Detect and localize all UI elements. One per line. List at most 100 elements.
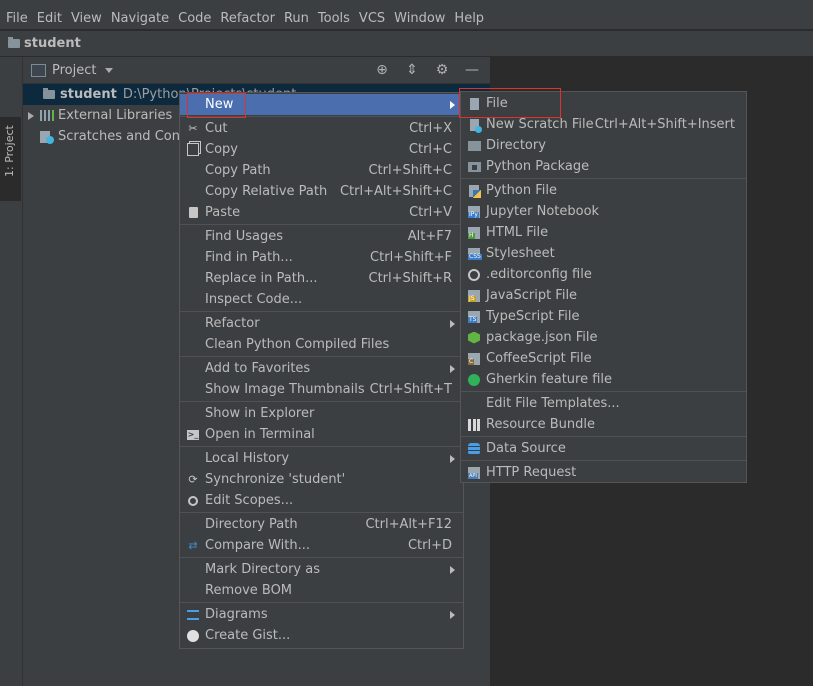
menu-item-remove-bom[interactable]: Remove BOM (180, 580, 463, 601)
menu-separator (461, 436, 746, 437)
resource-bundle-icon (468, 418, 480, 431)
menu-item-copy[interactable]: Copy Ctrl+C (180, 139, 463, 160)
menu-item-paste[interactable]: Paste Ctrl+V (180, 202, 463, 223)
menu-item-show-image-thumbnails[interactable]: Show Image Thumbnails Ctrl+Shift+T (180, 379, 463, 400)
submenu-item-editorconfig[interactable]: .editorconfig file (461, 264, 746, 285)
menu-separator (180, 557, 463, 558)
menu-help[interactable]: Help (450, 11, 488, 26)
submenu-item-resource-bundle[interactable]: Resource Bundle (461, 414, 746, 435)
submenu-item-python-file[interactable]: Python File (461, 180, 746, 201)
scratches-icon (40, 130, 54, 144)
diagram-icon (187, 609, 199, 620)
submenu-item-file[interactable]: File (461, 93, 746, 114)
gear-icon[interactable]: ⚙ (434, 62, 450, 78)
menu-separator (180, 224, 463, 225)
menu-vcs[interactable]: VCS (355, 11, 389, 26)
submenu-item-gherkin-feature-file[interactable]: Gherkin feature file (461, 369, 746, 390)
folder-icon (43, 88, 55, 99)
submenu-arrow-icon (450, 365, 455, 373)
menu-file[interactable]: File (2, 11, 32, 26)
submenu-arrow-icon (450, 320, 455, 328)
menu-item-refactor[interactable]: Refactor (180, 313, 463, 334)
menu-item-diagrams[interactable]: Diagrams (180, 604, 463, 625)
nodejs-icon (468, 331, 480, 344)
collapse-all-icon[interactable]: ⇕ (404, 62, 420, 78)
submenu-arrow-icon (450, 566, 455, 574)
locate-icon[interactable]: ⊕ (374, 62, 390, 78)
expand-arrow-icon[interactable] (28, 111, 34, 120)
submenu-arrow-icon (450, 101, 455, 109)
menu-edit[interactable]: Edit (33, 11, 66, 26)
menu-item-open-in-terminal[interactable]: >_ Open in Terminal (180, 424, 463, 445)
menu-item-replace-in-path[interactable]: Replace in Path... Ctrl+Shift+R (180, 268, 463, 289)
menu-item-new[interactable]: New (180, 94, 463, 115)
menu-item-clean-compiled[interactable]: Clean Python Compiled Files (180, 334, 463, 355)
submenu-item-html-file[interactable]: HTML File (461, 222, 746, 243)
menu-item-inspect-code[interactable]: Inspect Code... (180, 289, 463, 310)
submenu-item-http-request[interactable]: HTTP Request (461, 462, 746, 483)
folder-icon (8, 37, 20, 48)
menu-item-edit-scopes[interactable]: Edit Scopes... (180, 490, 463, 511)
submenu-item-data-source[interactable]: Data Source (461, 438, 746, 459)
menu-window[interactable]: Window (390, 11, 449, 26)
submenu-item-python-package[interactable]: Python Package (461, 156, 746, 177)
breadcrumb[interactable]: student (8, 36, 81, 51)
terminal-icon: >_ (187, 429, 199, 440)
menu-separator (461, 178, 746, 179)
project-panel-title: Project (52, 62, 97, 78)
submenu-item-stylesheet[interactable]: Stylesheet (461, 243, 746, 264)
stylesheet-icon (468, 247, 482, 260)
github-icon (187, 629, 199, 642)
submenu-item-javascript-file[interactable]: JavaScript File (461, 285, 746, 306)
menu-item-find-usages[interactable]: Find Usages Alt+F7 (180, 226, 463, 247)
menu-separator (180, 311, 463, 312)
menu-item-show-in-explorer[interactable]: Show in Explorer (180, 403, 463, 424)
copy-icon (187, 143, 199, 156)
menu-item-mark-directory-as[interactable]: Mark Directory as (180, 559, 463, 580)
submenu-arrow-icon (450, 611, 455, 619)
menu-item-copy-relative-path[interactable]: Copy Relative Path Ctrl+Alt+Shift+C (180, 181, 463, 202)
menu-separator (180, 512, 463, 513)
submenu-item-package-json[interactable]: package.json File (461, 327, 746, 348)
menu-item-synchronize[interactable]: ⟳ Synchronize 'student' (180, 469, 463, 490)
project-view-selector[interactable]: Project (31, 62, 114, 78)
menu-item-copy-path[interactable]: Copy Path Ctrl+Shift+C (180, 160, 463, 181)
menu-view[interactable]: View (67, 11, 106, 26)
scope-icon (188, 495, 198, 506)
menu-item-add-to-favorites[interactable]: Add to Favorites (180, 358, 463, 379)
menu-item-directory-path[interactable]: Directory Path Ctrl+Alt+F12 (180, 514, 463, 535)
menu-bar: File Edit View Navigate Code Refactor Ru… (0, 7, 813, 29)
menu-item-find-in-path[interactable]: Find in Path... Ctrl+Shift+F (180, 247, 463, 268)
submenu-item-coffeescript-file[interactable]: CoffeeScript File (461, 348, 746, 369)
submenu-item-jupyter-notebook[interactable]: Jupyter Notebook (461, 201, 746, 222)
menu-code[interactable]: Code (174, 11, 215, 26)
menu-run[interactable]: Run (280, 11, 313, 26)
tree-root-name: student (60, 87, 117, 102)
typescript-file-icon (468, 310, 480, 323)
menu-separator (180, 446, 463, 447)
python-file-icon (469, 184, 481, 198)
menu-navigate[interactable]: Navigate (107, 11, 173, 26)
menu-separator (180, 116, 463, 117)
project-icon (31, 63, 46, 77)
menu-separator (461, 460, 746, 461)
scissors-icon: ✂ (188, 122, 198, 135)
submenu-item-typescript-file[interactable]: TypeScript File (461, 306, 746, 327)
submenu-item-directory[interactable]: Directory (461, 135, 746, 156)
package-icon (467, 161, 481, 172)
submenu-item-new-scratch-file[interactable]: New Scratch File Ctrl+Alt+Shift+Insert (461, 114, 746, 135)
menu-item-local-history[interactable]: Local History (180, 448, 463, 469)
menu-item-create-gist[interactable]: Create Gist... (180, 625, 463, 646)
library-icon (40, 110, 54, 121)
context-menu: New ✂ Cut Ctrl+X Copy Ctrl+C Copy Path C… (179, 92, 464, 649)
submenu-item-edit-file-templates[interactable]: Edit File Templates... (461, 393, 746, 414)
cucumber-icon (468, 373, 480, 386)
menu-tools[interactable]: Tools (314, 11, 354, 26)
compare-icon: ⇄ (188, 539, 198, 552)
menu-separator (461, 391, 746, 392)
menu-refactor[interactable]: Refactor (216, 11, 279, 26)
chevron-down-icon (105, 67, 114, 73)
menu-item-cut[interactable]: ✂ Cut Ctrl+X (180, 118, 463, 139)
minimize-icon[interactable]: — (464, 62, 480, 78)
menu-item-compare-with[interactable]: ⇄ Compare With... Ctrl+D (180, 535, 463, 556)
